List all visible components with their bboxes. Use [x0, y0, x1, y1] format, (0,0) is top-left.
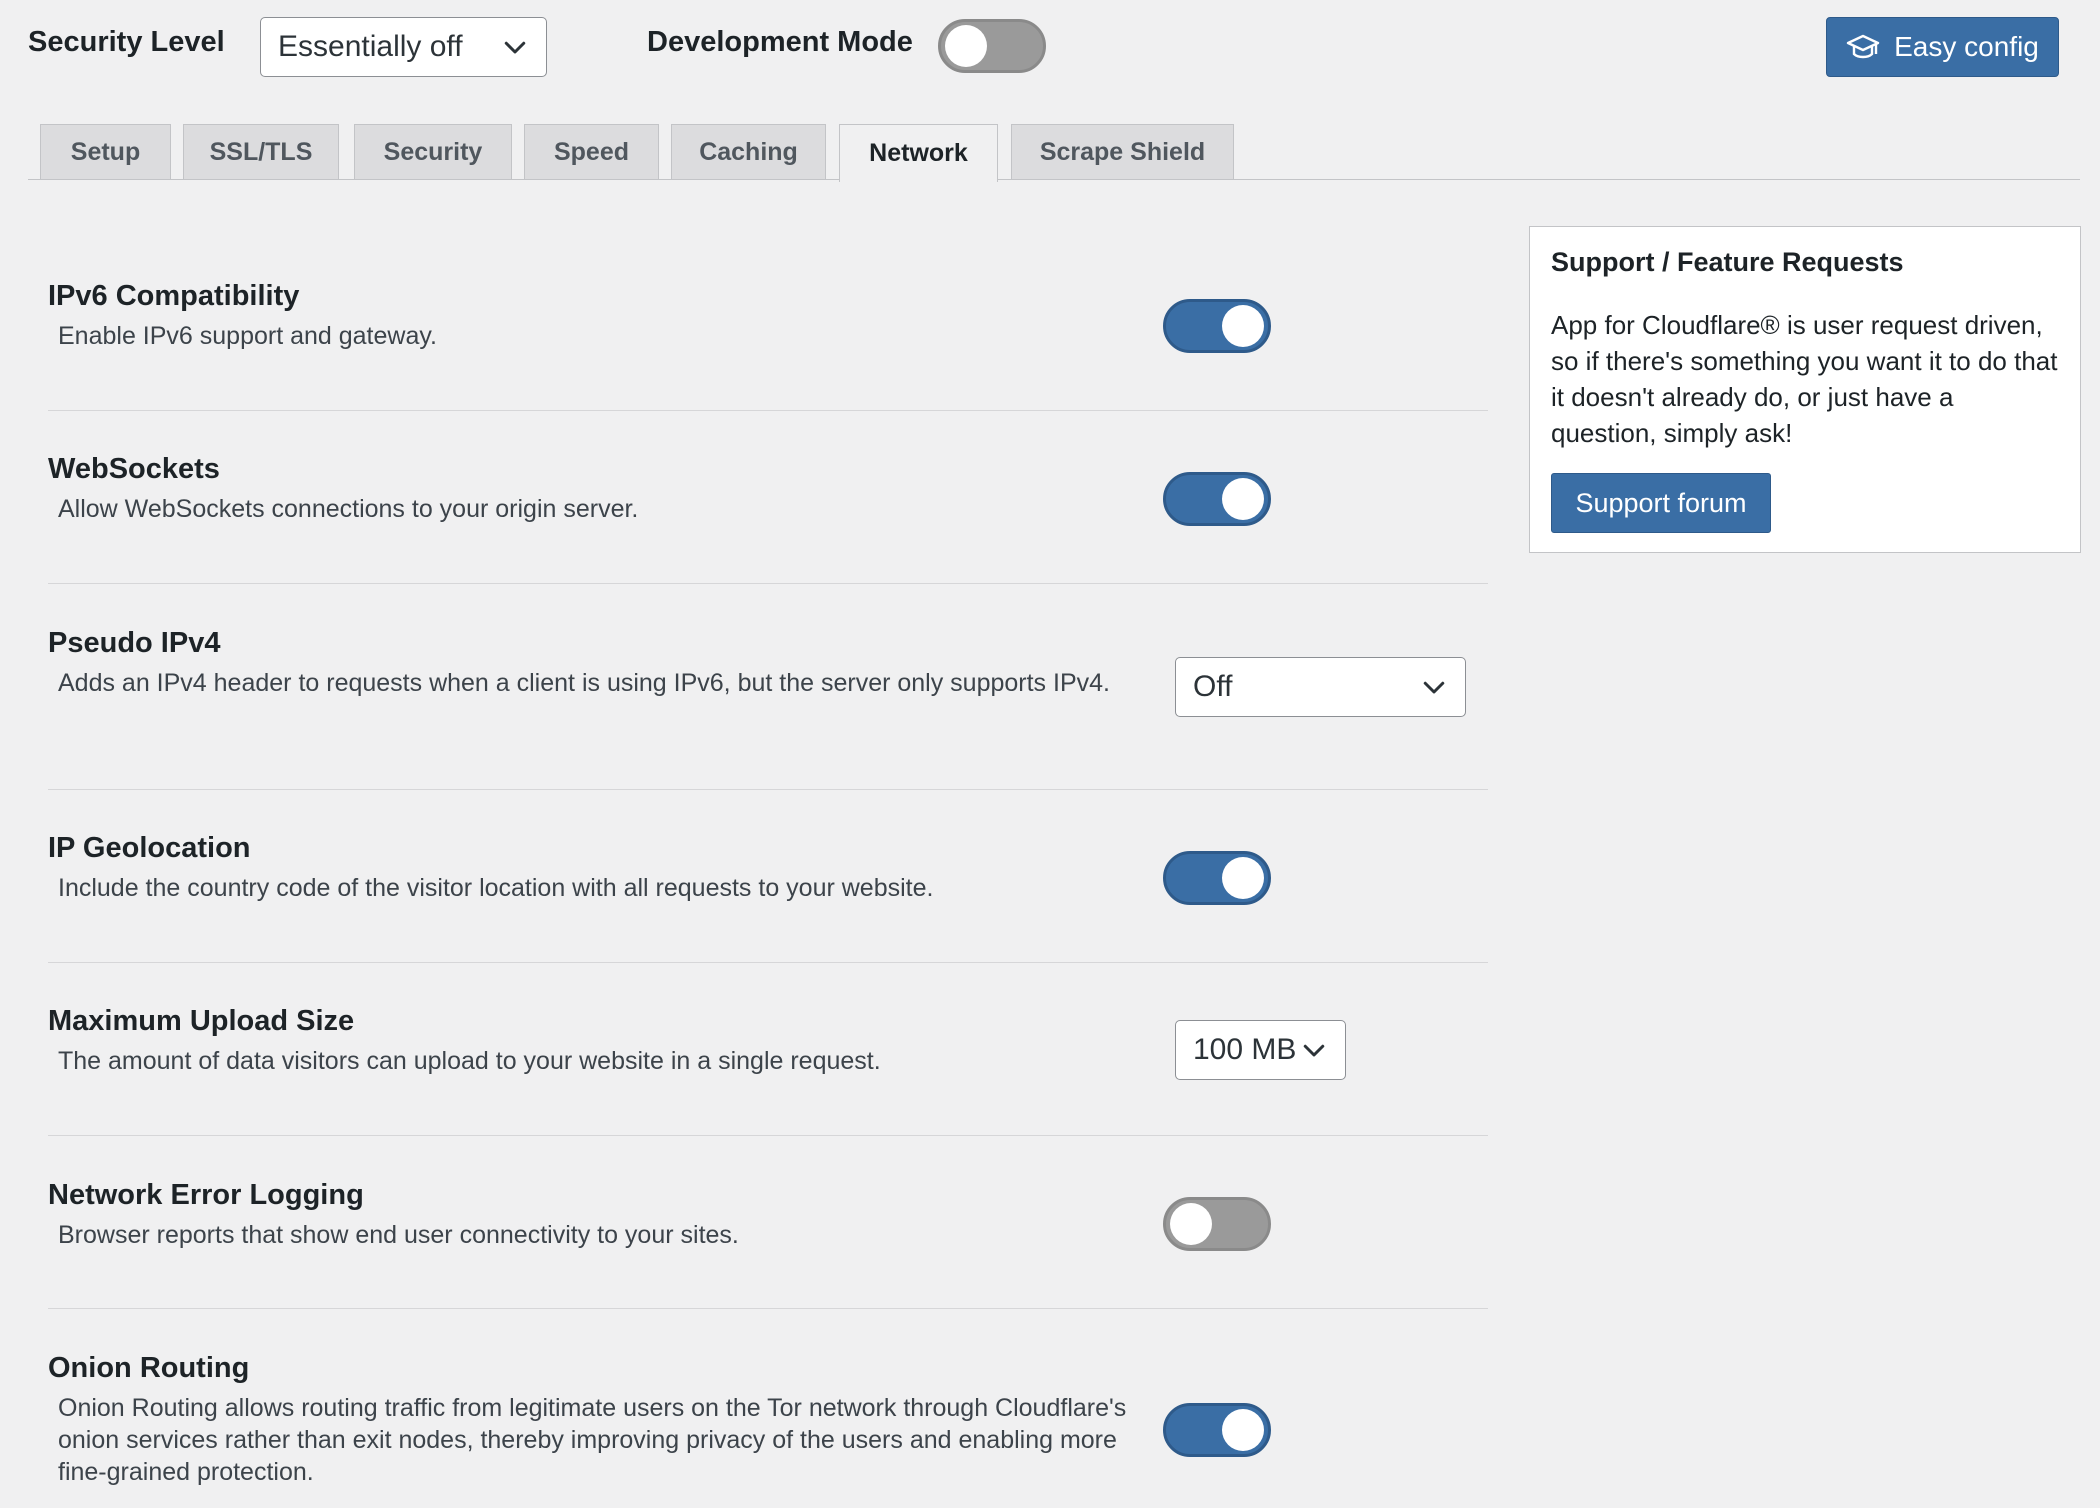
tab-label: Caching	[699, 138, 798, 166]
setting-description: Allow WebSockets connections to your ori…	[58, 495, 639, 523]
support-panel-body: App for Cloudflare® is user request driv…	[1551, 310, 2058, 448]
pseudo-ipv4-select[interactable]: Off	[1175, 657, 1466, 717]
setting-title: IPv6 Compatibility	[48, 280, 300, 312]
setting-description: Browser reports that show end user conne…	[58, 1221, 739, 1249]
divider	[48, 1308, 1488, 1309]
tab-speed[interactable]: Speed	[524, 124, 659, 180]
support-forum-button[interactable]: Support forum	[1551, 473, 1771, 533]
tab-label: Setup	[70, 138, 141, 166]
setting-title: WebSockets	[48, 453, 220, 485]
ip-geolocation-toggle[interactable]	[1163, 851, 1271, 905]
divider	[48, 962, 1488, 963]
divider	[48, 583, 1488, 584]
divider	[48, 410, 1488, 411]
support-panel: Support / Feature Requests App for Cloud…	[1529, 226, 2081, 553]
chevron-down-icon	[504, 41, 526, 54]
max-upload-select[interactable]: 100 MB	[1175, 1020, 1346, 1080]
tab-network[interactable]: Network	[839, 124, 998, 182]
setting-title: Maximum Upload Size	[48, 1005, 355, 1037]
toggle-knob	[945, 25, 987, 67]
setting-title: Pseudo IPv4	[48, 627, 221, 659]
top-bar: Security Level Essentially off Developme…	[0, 0, 2100, 100]
toggle-knob	[1170, 1203, 1212, 1245]
tab-label: Speed	[553, 138, 630, 166]
network-error-logging-toggle[interactable]	[1163, 1197, 1271, 1251]
easy-config-button[interactable]: Easy config	[1826, 17, 2059, 77]
onion-routing-toggle[interactable]	[1163, 1403, 1271, 1457]
security-level-label: Security Level	[28, 26, 225, 58]
toggle-knob	[1222, 857, 1264, 899]
tab-label: Scrape Shield	[1039, 138, 1206, 166]
development-mode-label: Development Mode	[647, 26, 913, 58]
support-forum-label: Support forum	[1575, 487, 1747, 518]
websockets-toggle[interactable]	[1163, 472, 1271, 526]
tab-label: Security	[383, 138, 483, 166]
toggle-knob	[1222, 478, 1264, 520]
chevron-down-icon	[1423, 681, 1445, 694]
setting-description: Adds an IPv4 header to requests when a c…	[58, 669, 1110, 697]
max-upload-value: 100 MB	[1193, 1033, 1297, 1066]
support-panel-title: Support / Feature Requests	[1551, 247, 1904, 277]
divider	[48, 789, 1488, 790]
chevron-down-icon	[1303, 1044, 1325, 1057]
development-mode-toggle[interactable]	[938, 19, 1046, 73]
setting-description: The amount of data visitors can upload t…	[58, 1047, 881, 1075]
divider	[48, 1135, 1488, 1136]
tab-divider	[28, 179, 2080, 180]
setting-description: Enable IPv6 support and gateway.	[58, 322, 437, 350]
tab-ssl-tls[interactable]: SSL/TLS	[183, 124, 339, 180]
tab-security[interactable]: Security	[354, 124, 512, 180]
security-level-select[interactable]: Essentially off	[260, 17, 547, 77]
toggle-knob	[1222, 1409, 1264, 1451]
tab-label: Network	[869, 139, 968, 167]
toggle-knob	[1222, 305, 1264, 347]
graduation-cap-icon	[1846, 34, 1880, 59]
tab-scrape-shield[interactable]: Scrape Shield	[1011, 124, 1234, 180]
pseudo-ipv4-value: Off	[1193, 670, 1233, 703]
setting-title: IP Geolocation	[48, 832, 251, 864]
security-level-value: Essentially off	[278, 30, 463, 63]
setting-title: Onion Routing	[48, 1352, 250, 1384]
tab-caching[interactable]: Caching	[671, 124, 826, 180]
setting-description: Onion Routing allows routing traffic fro…	[58, 1394, 1127, 1486]
setting-title: Network Error Logging	[48, 1179, 364, 1211]
ipv6-toggle[interactable]	[1163, 299, 1271, 353]
tab-setup[interactable]: Setup	[40, 124, 171, 180]
tab-label: SSL/TLS	[209, 138, 313, 166]
easy-config-label: Easy config	[1894, 31, 2039, 62]
setting-description: Include the country code of the visitor …	[58, 874, 934, 902]
